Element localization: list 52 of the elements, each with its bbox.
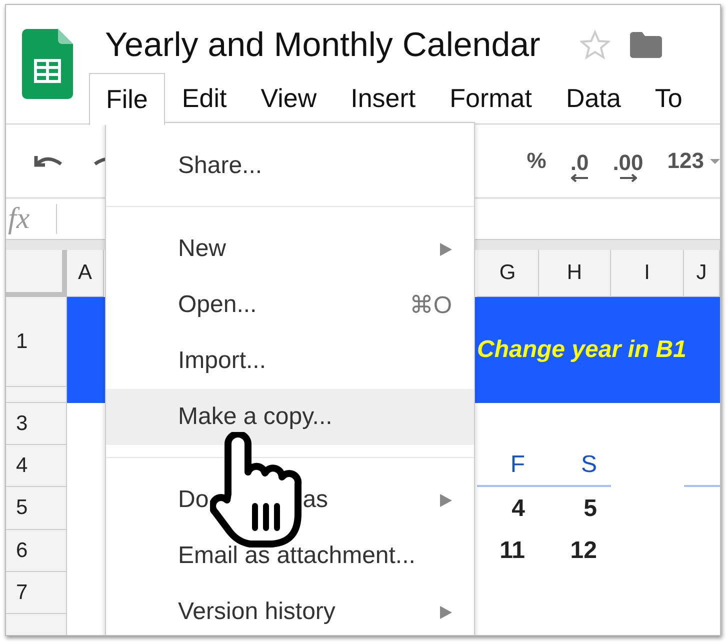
caret-icon (710, 158, 720, 164)
row-header[interactable]: 6 (6, 530, 67, 572)
menu-item[interactable]: Data (548, 73, 638, 123)
menu-option[interactable]: Make a copy... (106, 389, 474, 445)
menu-item[interactable]: To (638, 73, 700, 123)
right-arrow-icon (618, 174, 637, 182)
column-header[interactable]: A (67, 250, 104, 297)
date-cell: 4 (512, 494, 525, 522)
number-format-button[interactable]: 123 (659, 144, 720, 178)
menu-item[interactable]: Edit (164, 73, 244, 123)
star-icon[interactable] (580, 30, 610, 60)
row-header[interactable]: 3 (6, 403, 67, 445)
corner-cell[interactable] (6, 250, 67, 297)
weekday-label: F (510, 451, 525, 479)
row-header[interactable]: 5 (6, 487, 67, 530)
menu-item[interactable]: View (244, 73, 334, 123)
percent-button[interactable]: % (518, 144, 554, 178)
shortcut-label: ⌘O (409, 290, 452, 320)
decrease-decimals-button[interactable]: .0 (562, 136, 597, 186)
column-header[interactable]: H (539, 250, 611, 297)
column-header[interactable]: I (611, 250, 684, 297)
menu-option[interactable]: Share... (106, 138, 474, 194)
date-cell: 5 (584, 494, 597, 522)
menu-item[interactable]: File (89, 73, 165, 125)
menu-option[interactable]: New (106, 221, 474, 277)
increase-decimals-button[interactable]: .00 (604, 136, 652, 186)
menu-item[interactable]: Insert (334, 73, 433, 123)
sheets-logo-icon (22, 29, 73, 99)
date-cell: 11 (500, 537, 525, 565)
menu-option[interactable]: Version history (106, 584, 474, 635)
submenu-arrow-icon (440, 494, 452, 506)
date-cell: 12 (570, 537, 597, 565)
document-title: Yearly and Monthly Calendar (105, 26, 540, 64)
submenu-arrow-icon (440, 242, 452, 256)
weekday-label: S (580, 451, 597, 479)
column-header[interactable]: J (684, 250, 720, 297)
formula-label: fx (8, 202, 30, 236)
column-header[interactable]: G (477, 250, 539, 297)
row-header[interactable]: 7 (6, 572, 67, 614)
folder-icon[interactable] (630, 32, 662, 58)
row-header[interactable]: 4 (6, 445, 67, 487)
banner-text: Change year in B1 (477, 336, 686, 364)
row-header[interactable] (6, 614, 67, 635)
row-header[interactable]: 1 (6, 297, 67, 387)
menu-option[interactable]: Import... (106, 333, 474, 389)
row-header[interactable] (6, 387, 67, 403)
menu-option[interactable]: Do as (106, 472, 474, 528)
menu-option[interactable]: Email as attachment... (106, 528, 474, 584)
left-arrow-icon (570, 174, 588, 182)
submenu-arrow-icon (440, 606, 452, 618)
menu-item[interactable]: Format (432, 73, 549, 123)
menu-option[interactable]: Open... ⌘O (106, 277, 474, 333)
